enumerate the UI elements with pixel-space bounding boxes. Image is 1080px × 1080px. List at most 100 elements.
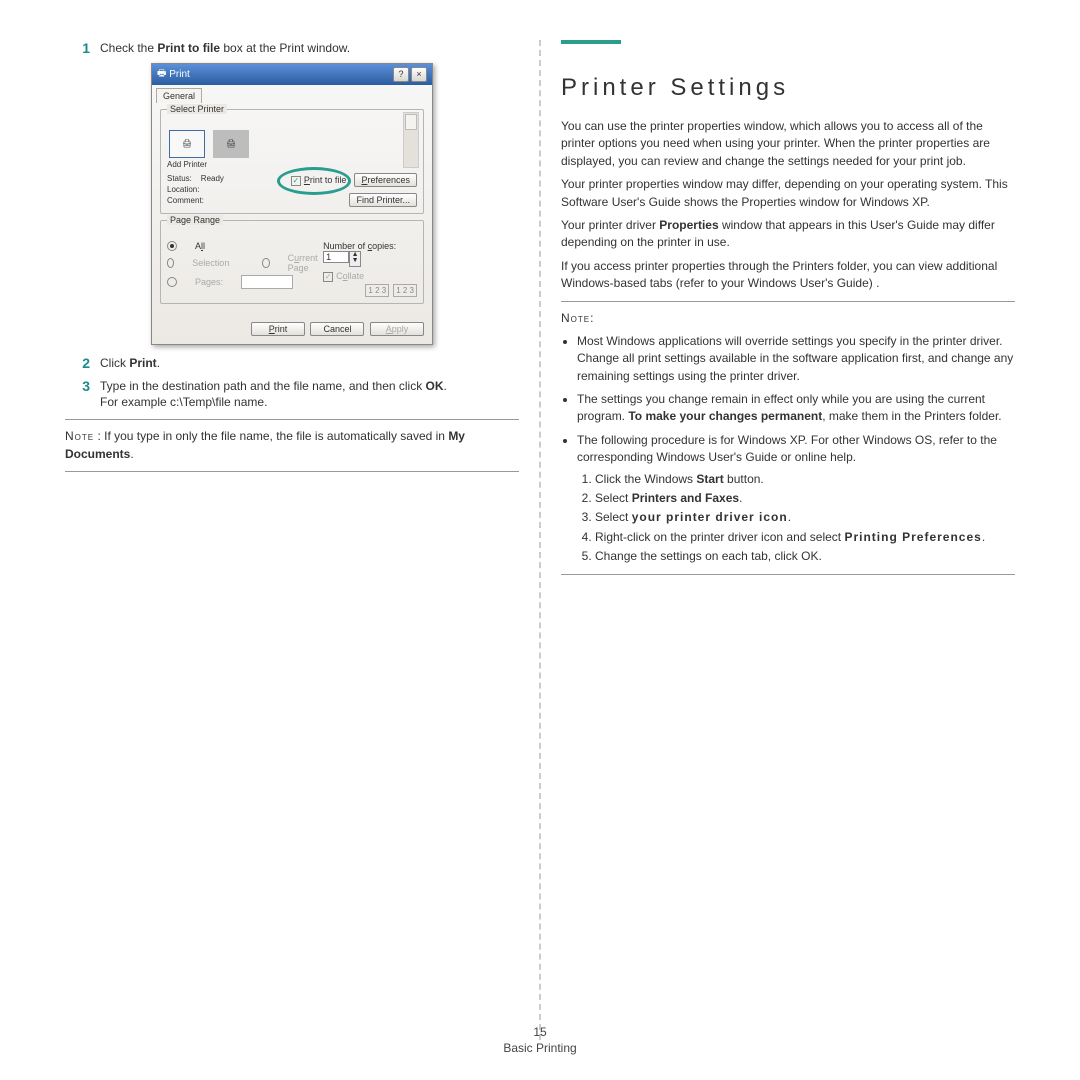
add-printer-icon: 🖨: [169, 130, 205, 158]
printer-icon: 🖨: [213, 130, 249, 158]
collate-graphic: 1 2 3 1 2 3: [323, 284, 417, 297]
sub-list: Click the Windows Start button. Select P…: [595, 471, 1015, 566]
list-item: The following procedure is for Windows X…: [577, 432, 1015, 566]
preferences-button[interactable]: Preferences: [354, 173, 417, 187]
radio-pages[interactable]: [167, 277, 177, 287]
copies-input[interactable]: 1: [323, 251, 349, 263]
find-printer-button[interactable]: Find Printer...: [349, 193, 417, 207]
status-block: Status: Ready Location: Comment:: [167, 173, 224, 207]
radio-current[interactable]: [262, 258, 269, 268]
tab-general[interactable]: General: [156, 88, 202, 103]
radio-selection[interactable]: [167, 258, 174, 268]
cancel-button[interactable]: Cancel: [310, 322, 364, 336]
print-button[interactable]: Print: [251, 322, 305, 336]
step-text: Check the Print to file box at the Print…: [100, 40, 519, 57]
paragraph: If you access printer properties through…: [561, 258, 1015, 293]
text: The following procedure is for Windows X…: [577, 433, 997, 464]
title-bar: 🖶 Print ? ×: [152, 64, 432, 85]
step-number: 2: [65, 355, 100, 372]
help-button[interactable]: ?: [393, 67, 409, 82]
text: , make them in the Printers folder.: [822, 409, 1001, 423]
group-title: Page Range: [167, 215, 223, 225]
paragraph: You can use the printer properties windo…: [561, 118, 1015, 170]
status-label: Status:: [167, 174, 192, 183]
list-item: Select Printers and Faxes.: [595, 490, 1015, 507]
heading-printer-settings: Printer Settings: [561, 74, 1015, 102]
list-item: Right-click on the printer driver icon a…: [595, 529, 1015, 546]
text: .: [157, 356, 160, 370]
page-footer: 15 Basic Printing: [0, 1025, 1080, 1055]
label: Add Printer: [167, 160, 207, 169]
text: .: [444, 379, 447, 393]
heading-rule: [561, 40, 1015, 44]
text: Type in the destination path and the fil…: [100, 379, 426, 393]
bold: OK: [426, 379, 444, 393]
paragraph: Your printer driver Properties window th…: [561, 217, 1015, 252]
note-block: Note : If you type in only the file name…: [65, 428, 519, 463]
printer-icon: 🖶: [157, 66, 166, 83]
pages-input[interactable]: [241, 275, 293, 289]
add-printer-item[interactable]: 🖨 Add Printer: [167, 130, 207, 169]
colon: :: [590, 311, 593, 325]
spinner[interactable]: ▲▼: [349, 251, 361, 267]
label: Current Page: [288, 253, 323, 273]
print-dialog: 🖶 Print ? × General Select Printer 🖨 Add…: [151, 63, 433, 345]
step-3: 3 Type in the destination path and the f…: [65, 378, 519, 412]
select-printer-group: Select Printer 🖨 Add Printer 🖨: [160, 109, 424, 214]
dialog-buttons: Print Cancel Apply: [152, 318, 432, 344]
print-to-file-checkbox[interactable]: ✓Print to file: [291, 175, 347, 185]
page-range-group: Page Range All Selection Current Page Pa…: [160, 220, 424, 304]
text: Check the: [100, 41, 157, 55]
bold: Print: [129, 356, 156, 370]
step-2: 2 Click Print.: [65, 355, 519, 372]
tab-row: General: [152, 85, 432, 103]
list-item: Click the Windows Start button.: [595, 471, 1015, 488]
text: For example c:\Temp\file name.: [100, 395, 267, 409]
group-title: Select Printer: [167, 104, 227, 114]
page-number: 15: [0, 1025, 1080, 1039]
text: Click: [100, 356, 129, 370]
scrollbar[interactable]: [403, 112, 419, 168]
list-item: Most Windows applications will override …: [577, 333, 1015, 385]
label: Pages:: [195, 277, 223, 287]
collate-label: Collate: [336, 271, 364, 281]
text: Your printer driver: [561, 218, 659, 232]
divider: [65, 471, 519, 472]
label: All: [195, 241, 205, 251]
printer-item[interactable]: 🖨: [213, 130, 249, 169]
collate-checkbox[interactable]: ✓: [323, 272, 333, 282]
note-list: Most Windows applications will override …: [577, 333, 1015, 566]
step-1: 1 Check the Print to file box at the Pri…: [65, 40, 519, 57]
status-value: Ready: [201, 174, 224, 183]
apply-button[interactable]: Apply: [370, 322, 424, 336]
radio-all[interactable]: [167, 241, 177, 251]
list-item: The settings you change remain in effect…: [577, 391, 1015, 426]
step-text: Type in the destination path and the fil…: [100, 378, 519, 412]
paragraph: Your printer properties window may diffe…: [561, 176, 1015, 211]
label: Selection: [192, 258, 229, 268]
divider: [65, 419, 519, 420]
close-button[interactable]: ×: [411, 67, 427, 82]
bold: To make your changes permanent: [628, 409, 822, 423]
step-number: 3: [65, 378, 100, 412]
note-label: Note: [561, 311, 590, 325]
right-column: Printer Settings You can use the printer…: [541, 40, 1035, 1040]
divider: [561, 301, 1015, 302]
title-text: Print: [169, 69, 190, 80]
list-item: Select your printer driver icon.: [595, 509, 1015, 526]
bold: Print to file: [157, 41, 220, 55]
footer-section: Basic Printing: [503, 1041, 576, 1055]
note-header: Note:: [561, 310, 1015, 327]
divider: [561, 574, 1015, 575]
text: : If you type in only the file name, the…: [94, 429, 448, 443]
text: .: [130, 447, 133, 461]
left-column: 1 Check the Print to file box at the Pri…: [45, 40, 539, 1040]
list-item: Change the settings on each tab, click O…: [595, 548, 1015, 565]
bold: Properties: [659, 218, 718, 232]
step-text: Click Print.: [100, 355, 519, 372]
text: box at the Print window.: [220, 41, 350, 55]
copies-label: Number of copies:: [323, 241, 396, 251]
step-number: 1: [65, 40, 100, 57]
note-label: Note: [65, 429, 94, 443]
comment-label: Comment:: [167, 196, 204, 205]
